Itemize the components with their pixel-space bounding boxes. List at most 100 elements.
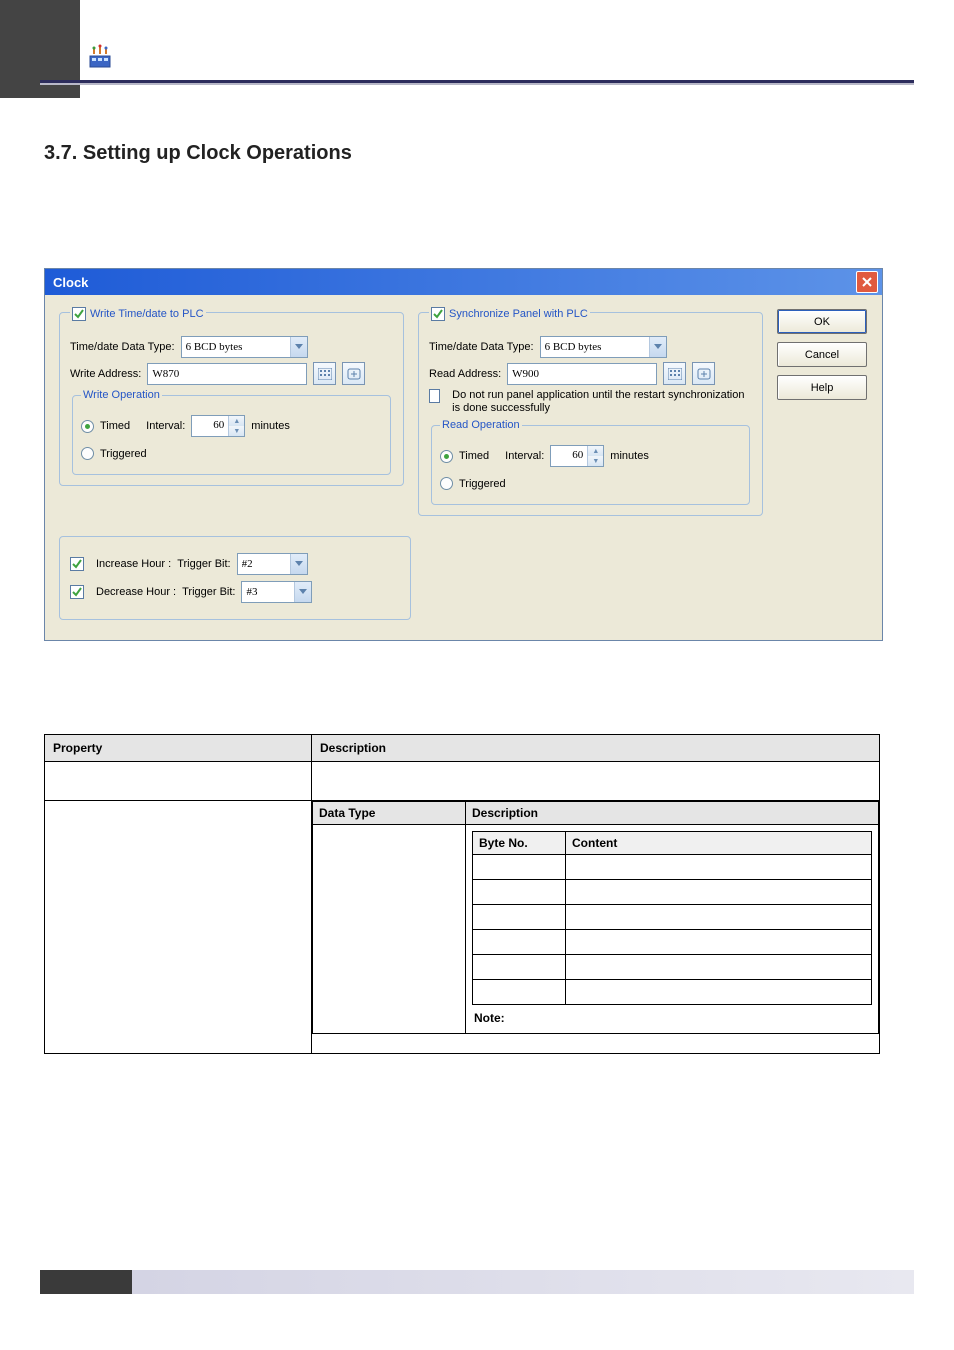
check-icon <box>72 559 82 569</box>
chevron-down-icon <box>290 554 307 574</box>
check-icon <box>433 309 443 319</box>
read-address-input[interactable] <box>507 363 657 385</box>
check-icon <box>74 309 84 319</box>
read-op-legend: Read Operation <box>440 419 522 431</box>
write-dtype-value[interactable] <box>182 338 290 356</box>
tag-icon <box>697 368 711 380</box>
write-triggered-radio[interactable]: Triggered <box>81 447 147 460</box>
th-content: Content <box>566 832 872 855</box>
radio-dot-icon <box>440 450 453 463</box>
sync-dtype-label: Time/date Data Type: <box>429 341 534 353</box>
radio-dot-icon <box>81 447 94 460</box>
table-row <box>473 930 872 955</box>
keypad-icon <box>668 368 682 380</box>
spin-down-icon[interactable]: ▼ <box>588 456 603 466</box>
close-button[interactable] <box>856 271 878 293</box>
ok-button[interactable]: OK <box>777 309 867 334</box>
byte-table: Byte No. Content <box>472 831 872 1005</box>
app-icon <box>88 44 114 73</box>
write-interval-spinner[interactable]: ▲▼ <box>191 415 245 437</box>
keypad-button[interactable] <box>663 362 686 385</box>
radio-dot-icon <box>81 420 94 433</box>
dialog-titlebar: Clock <box>45 269 882 295</box>
chevron-down-icon <box>294 582 311 602</box>
chevron-down-icon <box>290 337 307 357</box>
note-label: Note: <box>472 1005 872 1025</box>
write-dtype-select[interactable] <box>181 336 308 358</box>
th-byte-no: Byte No. <box>473 832 566 855</box>
dec-trigger-value[interactable] <box>242 583 294 601</box>
datatype-table: Data Type Description Byte No. Content <box>312 801 879 1034</box>
read-triggered-label: Triggered <box>459 478 506 490</box>
read-timed-radio[interactable]: Timed <box>440 450 489 463</box>
inc-trigger-value[interactable] <box>238 555 290 573</box>
wait-restart-checkbox[interactable] <box>429 389 440 403</box>
write-enable-checkbox[interactable] <box>72 307 86 321</box>
table-row <box>473 880 872 905</box>
write-minutes-label: minutes <box>251 420 290 432</box>
th-property: Property <box>45 735 312 762</box>
read-timed-label: Timed <box>459 450 489 462</box>
write-operation-group: Write Operation Timed Interval: ▲▼ <box>72 389 391 475</box>
table-row <box>45 762 880 801</box>
th-description: Description <box>312 735 880 762</box>
write-group: Write Time/date to PLC Time/date Data Ty… <box>59 305 404 486</box>
cancel-button[interactable]: Cancel <box>777 342 867 367</box>
spin-up-icon[interactable]: ▲ <box>229 416 244 426</box>
header-rule-light <box>40 83 914 85</box>
check-icon <box>72 587 82 597</box>
table-row <box>473 855 872 880</box>
write-addr-label: Write Address: <box>70 368 141 380</box>
property-table: Property Description Data Type Descripti… <box>44 734 880 1054</box>
write-timed-radio[interactable]: Timed <box>81 420 130 433</box>
sync-dtype-select[interactable] <box>540 336 667 358</box>
table-row <box>473 905 872 930</box>
read-operation-group: Read Operation Timed Interval: ▲▼ <box>431 419 750 505</box>
sync-enable-checkbox[interactable] <box>431 307 445 321</box>
write-interval-value[interactable] <box>192 416 228 434</box>
spin-down-icon[interactable]: ▼ <box>229 426 244 436</box>
th-datatype: Data Type <box>313 802 466 825</box>
write-triggered-label: Triggered <box>100 448 147 460</box>
inc-trigger-label: Trigger Bit: <box>177 558 230 570</box>
spin-up-icon[interactable]: ▲ <box>588 446 603 456</box>
write-address-input[interactable] <box>147 363 307 385</box>
read-interval-spinner[interactable]: ▲▼ <box>550 445 604 467</box>
table-row <box>473 955 872 980</box>
decrease-hour-checkbox[interactable] <box>70 585 84 599</box>
dialog-title: Clock <box>49 275 88 290</box>
increase-hour-checkbox[interactable] <box>70 557 84 571</box>
read-triggered-radio[interactable]: Triggered <box>440 477 506 490</box>
close-icon <box>862 277 872 287</box>
read-minutes-label: minutes <box>610 450 649 462</box>
write-legend-text: Write Time/date to PLC <box>90 308 204 320</box>
keypad-icon <box>318 368 332 380</box>
inc-trigger-select[interactable] <box>237 553 308 575</box>
hour-adjust-group: Increase Hour : Trigger Bit: Decrease Ho… <box>59 536 411 620</box>
write-op-legend: Write Operation <box>81 389 162 401</box>
write-legend: Write Time/date to PLC <box>70 305 206 320</box>
tag-picker-button[interactable] <box>342 362 365 385</box>
increase-hour-label: Increase Hour : <box>96 558 171 570</box>
footer-dark-block <box>40 1270 132 1294</box>
cancel-label: Cancel <box>805 349 839 361</box>
dec-trigger-select[interactable] <box>241 581 312 603</box>
table-header-row: Property Description <box>45 735 880 762</box>
clock-dialog: Clock Write Time/date to PLC Time/date D… <box>44 268 883 641</box>
read-interval-value[interactable] <box>551 446 587 464</box>
keypad-button[interactable] <box>313 362 336 385</box>
write-interval-label: Interval: <box>146 420 185 432</box>
read-interval-label: Interval: <box>505 450 544 462</box>
write-timed-label: Timed <box>100 420 130 432</box>
dec-trigger-label: Trigger Bit: <box>182 586 235 598</box>
tag-icon <box>347 368 361 380</box>
tag-picker-button[interactable] <box>692 362 715 385</box>
write-dtype-label: Time/date Data Type: <box>70 341 175 353</box>
footer-gradient <box>132 1270 914 1294</box>
table-row <box>473 980 872 1005</box>
help-button[interactable]: Help <box>777 375 867 400</box>
wait-restart-label: Do not run panel application until the r… <box>452 389 752 415</box>
sync-dtype-value[interactable] <box>541 338 649 356</box>
th-inner-desc: Description <box>466 802 879 825</box>
radio-dot-icon <box>440 477 453 490</box>
